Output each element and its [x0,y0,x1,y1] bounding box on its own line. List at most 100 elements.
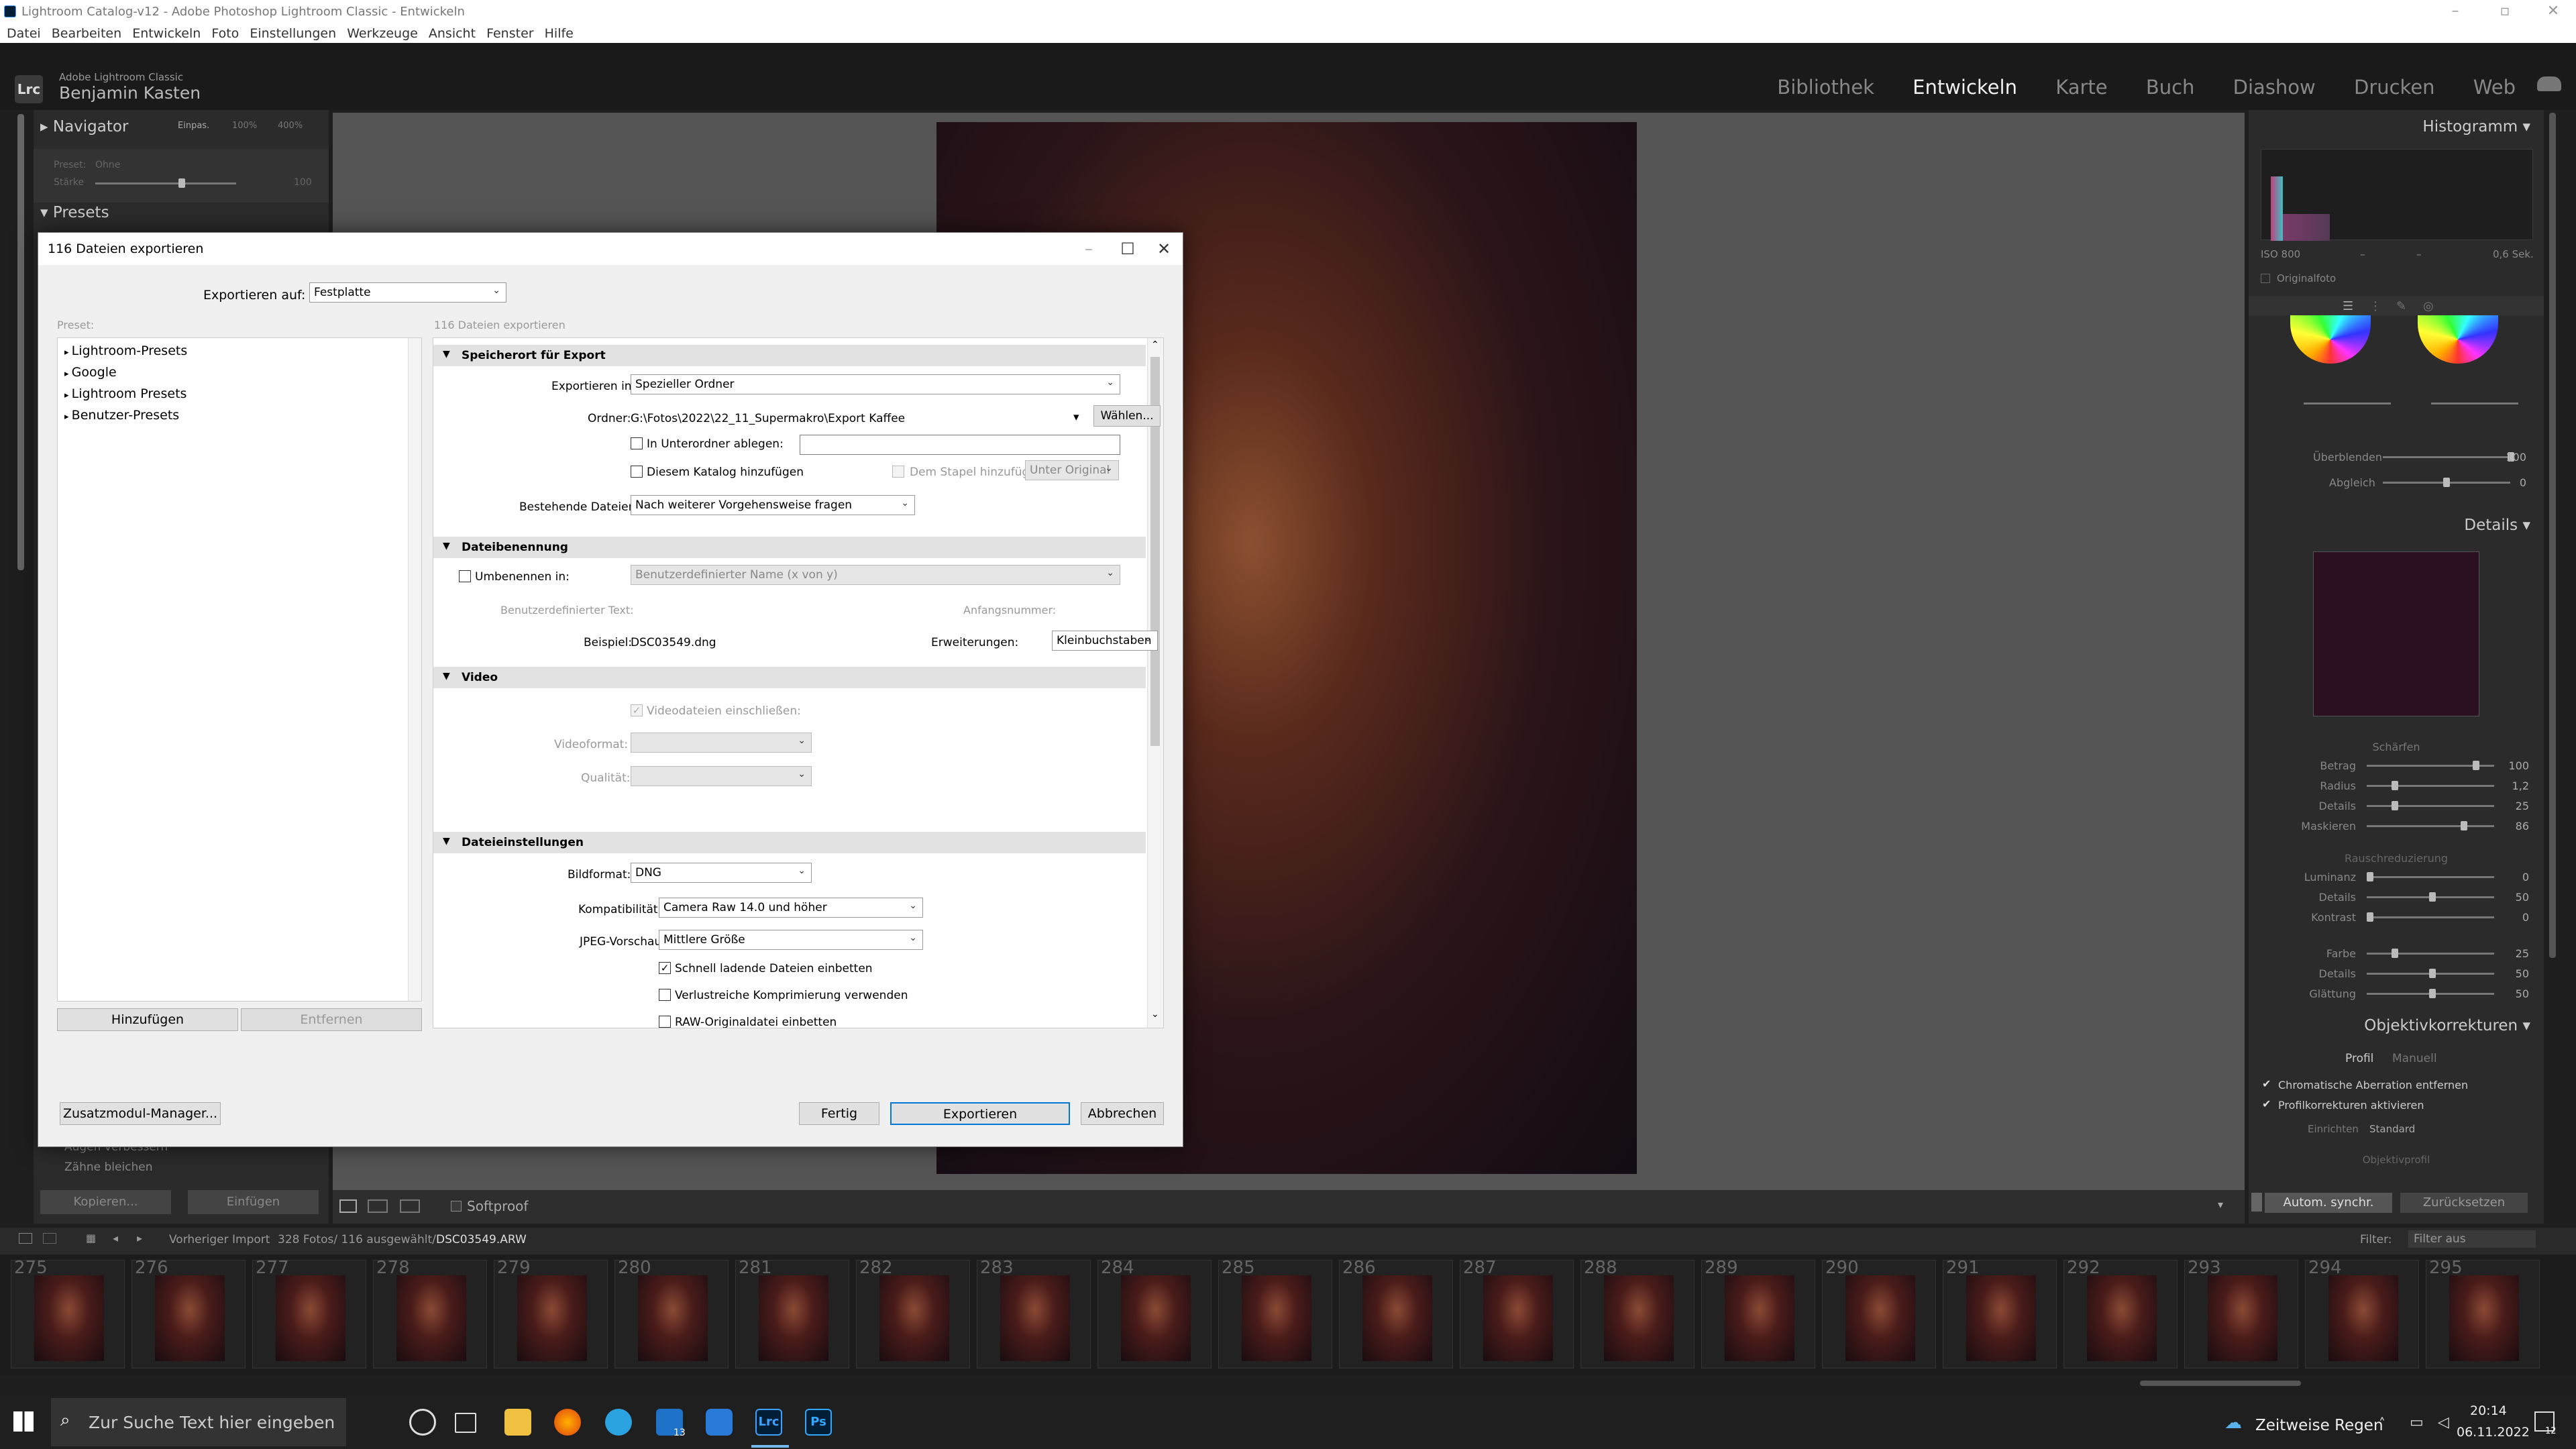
remove-preset-button[interactable]: Entfernen [241,1008,422,1031]
details-preview[interactable] [2313,551,2479,716]
scroll-down-icon[interactable]: ⌄ [1151,1009,1159,1020]
slider-track[interactable] [2367,953,2494,955]
heal-icon[interactable]: ✎ [2396,299,2406,313]
originalfoto-checkbox[interactable] [2261,274,2270,283]
menu-fenster[interactable]: Fenster [486,26,533,41]
details-header[interactable]: Details ▾ [2249,517,2530,534]
before-after-icon[interactable] [368,1199,388,1213]
rename-checkbox[interactable] [459,570,471,582]
section-naming-header[interactable]: ▼ Dateibenennung [433,537,1146,558]
lens-tab-profil[interactable]: Profil [2345,1052,2373,1065]
left-panel-scrollbar[interactable] [17,114,24,570]
amount-knob[interactable] [178,178,185,188]
ca-check-icon[interactable]: ✔ [2262,1077,2271,1090]
nav-zoom-400[interactable]: 400% [278,121,303,131]
crop-icon[interactable]: ⋮ [2369,299,2381,313]
filmstrip-thumb[interactable]: 277 [252,1258,366,1368]
histogram-header[interactable]: Histogramm ▾ [2249,118,2530,136]
network-icon[interactable]: ▭ [2410,1414,2424,1431]
dialog-close-icon[interactable]: ✕ [1145,237,1183,261]
weather-icon[interactable]: ☁ [2224,1413,2242,1433]
lossy-compression-checkbox[interactable] [659,989,671,1001]
module-entwickeln[interactable]: Entwickeln [1913,76,2017,99]
slider-track[interactable] [2367,876,2494,878]
compare-view-icon[interactable] [400,1199,420,1213]
module-web[interactable]: Web [2473,76,2516,99]
lens-header[interactable]: Objektivkorrekturen ▾ [2249,1017,2530,1034]
paste-button[interactable]: Einfügen [188,1190,319,1214]
slider-knob[interactable] [2429,989,2436,998]
rename-dropdown[interactable]: Benutzerdefinierter Name (x von y) ⌄ [631,565,1120,585]
image-format-dropdown[interactable]: DNG ⌄ [631,863,812,883]
extensions-dropdown[interactable]: Kleinbuchstaben ⌄ [1052,631,1158,651]
edit-icon[interactable]: ☰ [2343,299,2353,313]
menu-bearbeiten[interactable]: Bearbeiten [52,26,121,41]
cancel-button[interactable]: Abbrechen [1081,1102,1164,1125]
wheel-lum-slider-1[interactable] [2304,402,2391,405]
setup-value[interactable]: Standard [2369,1123,2415,1135]
add-preset-button[interactable]: Hinzufügen [57,1008,238,1031]
navigator-header[interactable]: ▸ Navigator [40,118,128,136]
filmstrip-thumb[interactable]: 292 [2063,1258,2178,1368]
video-format-dropdown[interactable]: ⌄ [631,733,812,753]
color-wheel-highlights[interactable] [2418,315,2498,364]
filmstrip-thumb[interactable]: 289 [1701,1258,1815,1368]
amount-slider[interactable] [95,182,236,184]
windows-start-icon[interactable] [13,1411,34,1432]
module-drucken[interactable]: Drucken [2354,76,2435,99]
filmstrip-thumb[interactable]: 286 [1339,1258,1453,1368]
expand-icon[interactable]: ▸ [64,347,72,358]
history-item[interactable]: Zähne bleichen [64,1161,153,1174]
preset-folder[interactable]: ▸ Lightroom Presets [64,386,186,401]
add-to-stack-checkbox[interactable] [892,466,904,478]
filmstrip-thumb[interactable]: 276 [131,1258,246,1368]
right-panel-scrollbar[interactable] [2549,113,2556,958]
filmstrip-scrollbar[interactable] [2140,1381,2301,1386]
menu-werkzeuge[interactable]: Werkzeuge [347,26,418,41]
loupe-view-icon[interactable] [339,1199,357,1213]
copy-button[interactable]: Kopieren... [40,1190,171,1214]
slider-knob[interactable] [2429,969,2436,978]
menu-foto[interactable]: Foto [211,26,239,41]
dialog-minimize-icon[interactable]: – [1070,237,1108,261]
menu-hilfe[interactable]: Hilfe [545,26,574,41]
filmstrip-thumb[interactable]: 295 [2426,1258,2540,1368]
plugin-manager-button[interactable]: Zusatzmodul-Manager... [60,1102,221,1125]
lens-tab-manuell[interactable]: Manuell [2392,1052,2437,1065]
slider-knob[interactable] [2367,912,2373,922]
menu-datei[interactable]: Datei [7,26,41,41]
window-1-icon[interactable] [19,1233,32,1244]
nav-zoom-100[interactable]: 100% [232,121,257,131]
subfolder-input[interactable] [800,435,1120,455]
slider-track[interactable] [2367,805,2494,807]
tray-chevron-icon[interactable]: ˄ [2379,1415,2385,1432]
scroll-up-icon[interactable]: ⌃ [1151,339,1159,350]
softproof-checkbox[interactable] [451,1201,462,1212]
filmstrip-thumb[interactable]: 283 [977,1258,1091,1368]
sync-toggle-icon[interactable] [2251,1193,2262,1212]
slider-knob[interactable] [2392,949,2399,958]
reset-button[interactable]: Zurücksetzen [2400,1193,2528,1213]
photoshop-taskbar-icon[interactable]: Ps [805,1409,832,1436]
taskbar-search[interactable]: ⌕ Zur Suche Text hier eingeben [51,1398,346,1446]
filmstrip-thumb[interactable]: 282 [856,1258,970,1368]
filmstrip-thumb[interactable]: 290 [1822,1258,1936,1368]
fast-load-checkbox[interactable]: ✓ [659,962,671,974]
file-explorer-icon[interactable] [504,1409,531,1436]
toolbar-menu-icon[interactable]: ▾ [2218,1198,2223,1211]
slider-track[interactable] [2367,825,2494,827]
taskbar-time[interactable]: 20:14 [2470,1403,2507,1418]
settings-scrollbar[interactable]: ⌃ ⌄ [1147,338,1163,1028]
menu-entwickeln[interactable]: Entwickeln [132,26,201,41]
slider-knob[interactable] [2460,821,2467,830]
slider-knob[interactable] [2429,892,2436,902]
taskbar-date[interactable]: 06.11.2022 [2457,1425,2530,1440]
expand-icon[interactable]: ▸ [64,412,72,422]
module-diashow[interactable]: Diashow [2233,76,2316,99]
slider-track[interactable] [2367,916,2494,918]
preset-folder[interactable]: ▸ Benutzer-Presets [64,408,179,423]
slider-track[interactable] [2367,785,2494,787]
presets-header[interactable]: ▾ Presets [40,204,109,221]
dialog-maximize-icon[interactable]: ☐ [1109,237,1146,261]
existing-files-dropdown[interactable]: Nach weiterer Vorgehensweise fragen ⌄ [631,495,915,515]
